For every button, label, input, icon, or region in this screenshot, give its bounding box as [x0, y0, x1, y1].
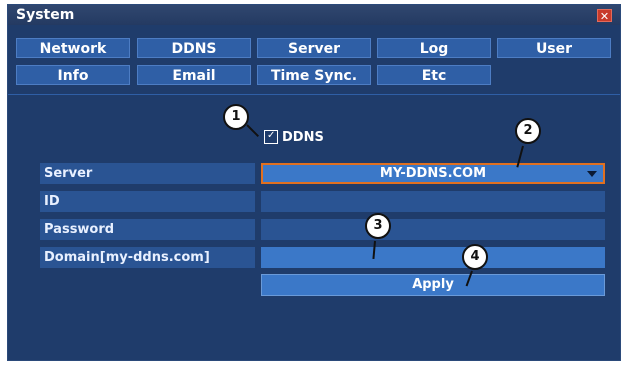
domain-field[interactable] — [261, 247, 605, 268]
tab-user[interactable]: User — [497, 38, 611, 58]
ddns-checkbox[interactable]: ✓ DDNS — [264, 129, 324, 147]
server-select[interactable]: MY-DDNS.COM — [261, 163, 605, 184]
tab-bar: Network DDNS Server Log User Info Email … — [8, 25, 620, 91]
callout-2: 2 — [515, 118, 541, 144]
domain-label: Domain[my-ddns.com] — [40, 247, 255, 268]
tab-info[interactable]: Info — [16, 65, 130, 85]
tab-time-sync[interactable]: Time Sync. — [257, 65, 371, 85]
apply-button[interactable]: Apply — [261, 274, 605, 296]
tab-ddns[interactable]: DDNS — [137, 38, 251, 58]
id-field[interactable] — [261, 191, 605, 212]
callout-4: 4 — [462, 244, 488, 270]
title-bar: System ✕ — [8, 5, 620, 25]
tab-log[interactable]: Log — [377, 38, 491, 58]
id-label: ID — [40, 191, 255, 212]
ddns-checkbox-label: DDNS — [282, 130, 324, 145]
callout-1: 1 — [223, 104, 249, 130]
callout-3: 3 — [365, 213, 391, 239]
system-window: System ✕ Network DDNS Server Log User In… — [7, 4, 621, 361]
tab-etc[interactable]: Etc — [377, 65, 491, 85]
server-label: Server — [40, 163, 255, 184]
tab-network[interactable]: Network — [16, 38, 130, 58]
tab-email[interactable]: Email — [137, 65, 251, 85]
chevron-down-icon[interactable] — [587, 171, 597, 177]
password-label: Password — [40, 219, 255, 240]
server-select-value: MY-DDNS.COM — [379, 166, 487, 181]
password-field[interactable] — [261, 219, 605, 240]
checkbox-icon[interactable]: ✓ — [264, 129, 278, 144]
close-icon[interactable]: ✕ — [597, 9, 612, 23]
tab-server[interactable]: Server — [257, 38, 371, 58]
window-title: System — [16, 7, 75, 23]
